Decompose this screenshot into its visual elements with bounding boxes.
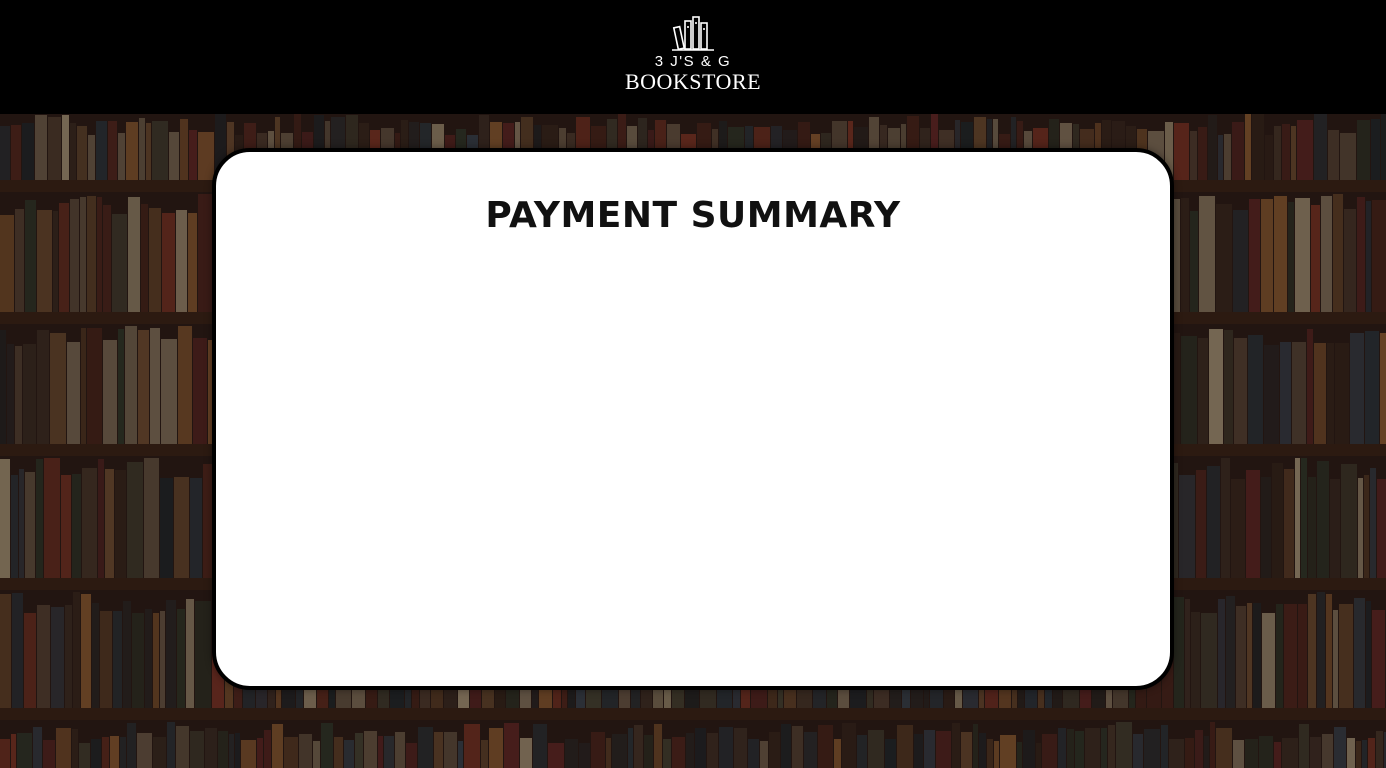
payment-summary-card: PAYMENT SUMMARY (212, 148, 1174, 690)
store-logo[interactable]: 3 J'S & G BOOKSTORE (625, 15, 761, 94)
logo-text-line2: BOOKSTORE (624, 69, 762, 94)
site-header: 3 J'S & G BOOKSTORE (0, 0, 1386, 114)
logo-text-line1: 3 J'S & G (654, 53, 732, 70)
books-icon (672, 16, 714, 51)
page-title: PAYMENT SUMMARY (485, 195, 901, 236)
